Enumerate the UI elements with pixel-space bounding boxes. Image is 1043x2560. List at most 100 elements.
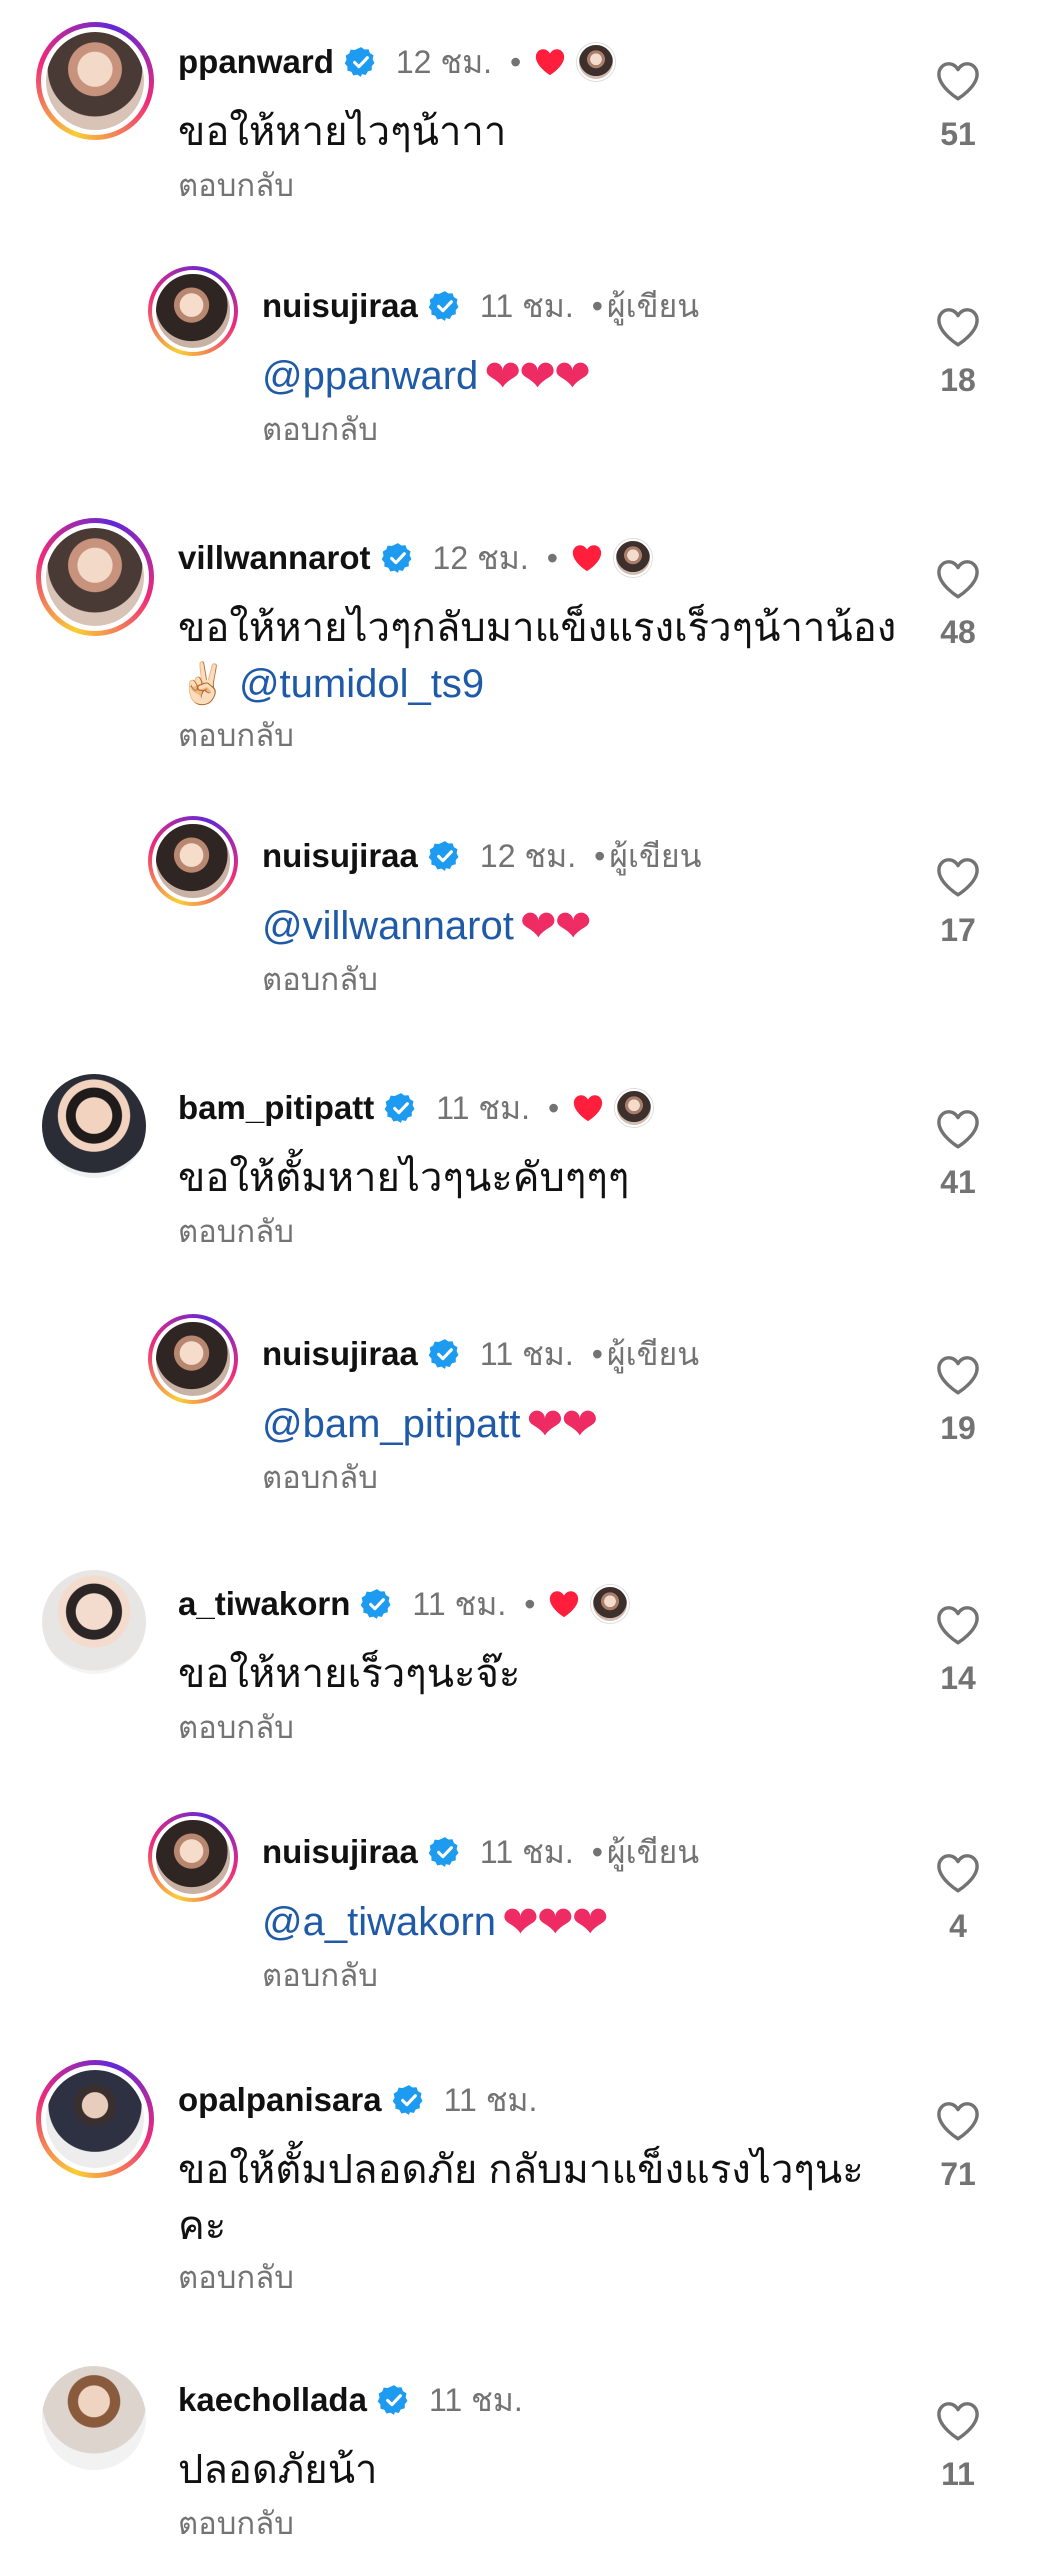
comment-header: villwannarot 12 ชม. • [178,536,652,580]
pink-hearts-emoji: ❤❤❤ [502,1898,609,1947]
comment-text-line: ขอให้หายไวๆกลับมาแข็งแรงเร็วๆน้าาน้อง [178,606,897,650]
verified-badge-icon [428,839,462,873]
verified-badge-icon [428,289,462,323]
username[interactable]: villwannarot [178,539,371,577]
username[interactable]: ppanward [178,43,334,81]
author-label: ผู้เขียน [609,837,702,874]
like-control: 4 [913,1852,1003,1945]
mention-link[interactable]: @a_tiwakorn [262,1900,496,1944]
heart-outline-icon[interactable] [935,306,981,348]
comment-header: kaechollada 11 ชม. [178,2378,523,2422]
username[interactable]: kaechollada [178,2381,367,2419]
username[interactable]: bam_pitipatt [178,1089,374,1127]
comment-header: nuisujiraa 11 ชม. • ผู้เขียน [262,1830,699,1874]
verified-badge-icon [360,1587,394,1621]
reply-button[interactable]: ตอบกลับ [262,404,378,454]
avatar-image [41,523,149,631]
avatar-image [152,1318,234,1400]
author-mini-avatar [591,1585,630,1623]
reply-button[interactable]: ตอบกลับ [178,1206,294,1256]
mention-link[interactable]: @villwannarot [262,904,514,948]
username[interactable]: nuisujiraa [262,1335,418,1373]
heart-outline-icon[interactable] [935,1108,981,1150]
avatar[interactable] [148,1812,238,1902]
verified-badge-icon [377,2383,411,2417]
red-heart-icon [570,542,604,574]
reply-button[interactable]: ตอบกลับ [178,710,294,760]
comment-text: ขอให้หายไวๆน้าาา [178,110,507,154]
username[interactable]: nuisujiraa [262,837,418,875]
heart-outline-icon[interactable] [935,2100,981,2142]
mention-link[interactable]: @tumidol_ts9 [239,662,484,706]
comment-text-line: คะ [178,2204,227,2248]
avatar[interactable] [42,1074,146,1178]
like-control: 14 [913,1604,1003,1697]
like-count: 14 [940,1660,976,1696]
heart-outline-icon[interactable] [935,60,981,102]
username[interactable]: nuisujiraa [262,287,418,325]
avatar[interactable] [36,518,154,636]
reply-button[interactable]: ตอบกลับ [178,2252,294,2302]
reply-button[interactable]: ตอบกลับ [178,1702,294,1752]
avatar[interactable] [148,816,238,906]
like-count: 71 [940,2156,976,2192]
separator-dot: • [591,287,603,324]
victory-hand-emoji: ✌🏻 [178,662,228,706]
timestamp: 12 ชม. [395,43,493,80]
comment-header: nuisujiraa 11 ชม. • ผู้เขียน [262,284,699,328]
verified-badge-icon [384,1091,418,1125]
heart-outline-icon[interactable] [935,2400,981,2442]
timestamp: 12 ชม. [479,837,577,874]
heart-outline-icon[interactable] [935,1354,981,1396]
username[interactable]: a_tiwakorn [178,1585,350,1623]
like-count: 17 [940,912,976,948]
mention-link[interactable]: @bam_pitipatt [262,1402,521,1446]
reply-button[interactable]: ตอบกลับ [178,2498,294,2548]
avatar[interactable] [148,1314,238,1404]
author-mini-avatar [615,1089,654,1127]
comment-header: nuisujiraa 11 ชม. • ผู้เขียน [262,1332,699,1376]
like-control: 18 [913,306,1003,399]
heart-outline-icon[interactable] [935,856,981,898]
avatar-image [42,1570,146,1674]
pink-hearts-emoji: ❤❤ [526,1400,599,1449]
heart-outline-icon[interactable] [935,1604,981,1646]
username[interactable]: nuisujiraa [262,1833,418,1871]
avatar[interactable] [36,22,154,140]
like-control: 19 [913,1354,1003,1447]
username[interactable]: opalpanisara [178,2081,382,2119]
comment-text: @villwannarot ❤❤ [262,898,592,955]
separator-dot: • [548,1089,560,1126]
avatar[interactable] [148,266,238,356]
verified-badge-icon [344,45,378,79]
like-count: 11 [941,2456,975,2492]
comment-text: @ppanward ❤❤❤ [262,348,591,405]
avatar[interactable] [36,2060,154,2178]
avatar-image [152,820,234,902]
like-count: 19 [940,1410,976,1446]
verified-badge-icon [428,1835,462,1869]
avatar[interactable] [42,2366,146,2470]
avatar-image [152,1816,234,1898]
separator-dot: • [546,539,558,576]
timestamp: 11 ชม. [428,2381,523,2418]
reply-button[interactable]: ตอบกลับ [262,954,378,1004]
heart-outline-icon[interactable] [935,1852,981,1894]
heart-outline-icon[interactable] [935,558,981,600]
mention-link[interactable]: @ppanward [262,354,478,398]
reply-button[interactable]: ตอบกลับ [262,1452,378,1502]
like-control: 41 [913,1108,1003,1201]
separator-dot: • [591,1833,603,1870]
red-heart-icon [533,46,567,78]
reply-button[interactable]: ตอบกลับ [262,1950,378,2000]
timestamp: 11 ชม. [479,287,574,324]
avatar[interactable] [42,1570,146,1674]
comment-header: bam_pitipatt 11 ชม. • [178,1086,654,1130]
reply-button[interactable]: ตอบกลับ [178,160,294,210]
avatar-image [42,2366,146,2470]
avatar-image [41,27,149,135]
liked-by-author [571,1089,654,1127]
author-label: ผู้เขียน [606,287,700,324]
timestamp: 11 ชม. [479,1833,574,1870]
verified-badge-icon [428,1337,462,1371]
